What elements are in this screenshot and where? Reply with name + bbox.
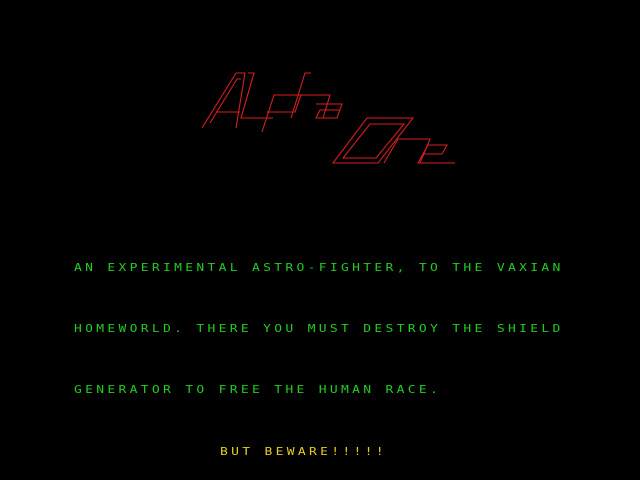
letter-p — [261, 94, 302, 133]
letter-h-arch — [300, 94, 331, 119]
story-text-line-2: HOMEWORLD. THERE YOU MUST DESTROY THE SH… — [74, 323, 564, 335]
letter-n — [383, 138, 431, 164]
warning-text: BUT BEWARE!!!!! — [220, 446, 387, 458]
letter-a-inner — [209, 78, 241, 124]
story-text-line-1: AN EXPERIMENTAL ASTRO-FIGHTER, TO THE VA… — [74, 262, 564, 274]
story-text-line-3: GENERATOR TO FREE THE HUMAN RACE. — [74, 384, 442, 396]
title-word-alpha — [201, 72, 343, 133]
letter-a2 — [315, 103, 343, 119]
letter-e — [417, 144, 455, 164]
title-word-one — [331, 117, 455, 164]
game-title-logo — [201, 72, 455, 164]
game-screen: AN EXPERIMENTAL ASTRO-FIGHTER, TO THE VA… — [0, 0, 640, 480]
